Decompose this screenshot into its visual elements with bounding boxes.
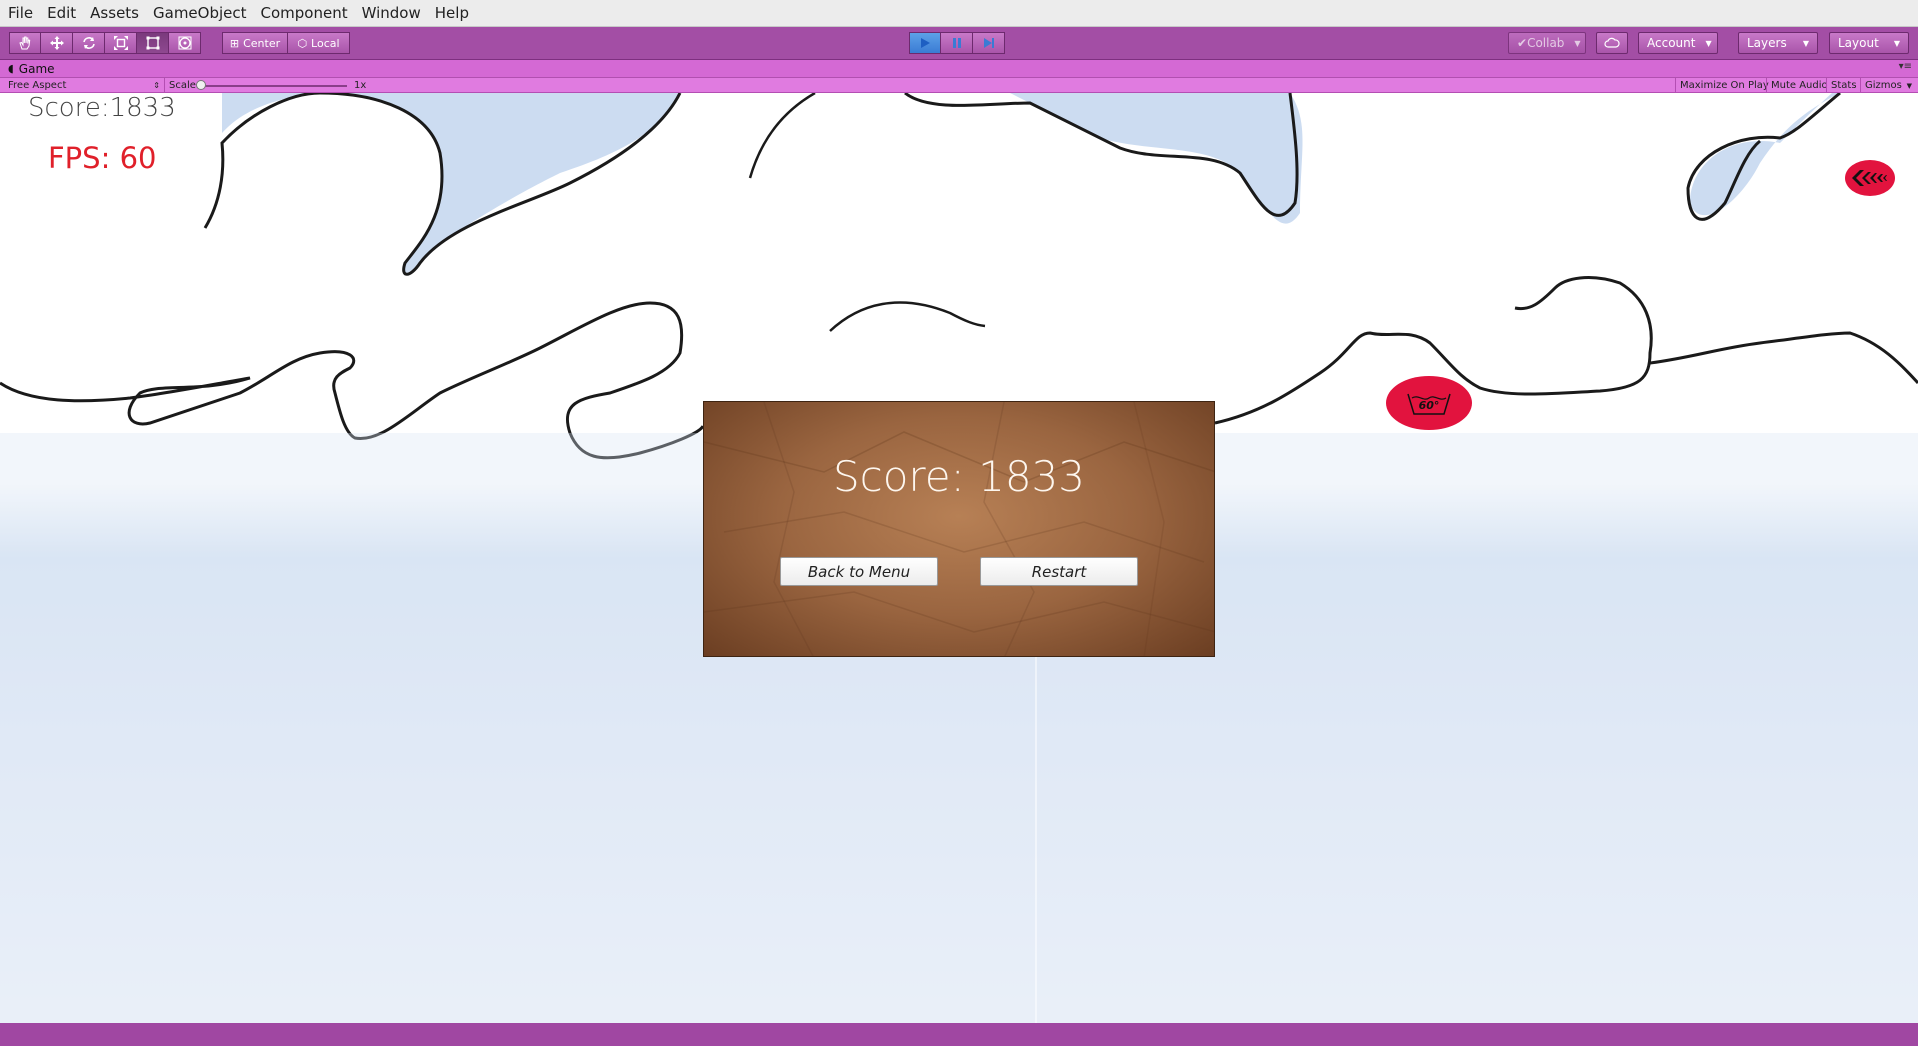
game-tab-title: Game: [18, 61, 55, 76]
mute-audio-toggle[interactable]: Mute Audio: [1766, 78, 1832, 93]
menu-gameobject[interactable]: GameObject: [151, 4, 256, 22]
cloud-outline: [748, 93, 816, 179]
collab-label: Collab: [1527, 36, 1565, 50]
wash-temp-label: 60°: [1418, 398, 1440, 412]
layers-group: Layers ▼: [1738, 32, 1818, 54]
sky-blob: [320, 93, 680, 274]
stats-toggle[interactable]: Stats: [1826, 78, 1861, 93]
menu-bar: File Edit Assets GameObject Component Wi…: [0, 0, 1918, 27]
restart-button[interactable]: Restart: [980, 557, 1138, 586]
cloud-group: [1596, 32, 1628, 54]
updown-arrows-icon: ⇕: [153, 81, 160, 90]
scale-tool-button[interactable]: [105, 32, 137, 54]
pivot-center-label: Center: [243, 36, 281, 50]
move-tool-button[interactable]: [41, 32, 73, 54]
hand-icon: [19, 36, 31, 50]
menu-assets[interactable]: Assets: [88, 4, 148, 22]
sky-blob: [1010, 93, 1303, 224]
transform-tool-button[interactable]: [169, 32, 201, 54]
cloud-icon: [1604, 37, 1620, 48]
layout-dropdown[interactable]: Layout ▼: [1829, 32, 1909, 54]
chevron-down-icon: ▼: [1906, 81, 1912, 90]
ground-outline: [829, 301, 986, 332]
maximize-on-play-toggle[interactable]: Maximize On Play: [1675, 78, 1773, 93]
chevron-down-icon: ▼: [1705, 38, 1712, 48]
cloud-button[interactable]: [1596, 32, 1628, 54]
game-window-tab[interactable]: ◖ Game ▾≡: [0, 60, 1918, 78]
move-icon: [49, 36, 64, 50]
hand-tool-button[interactable]: [9, 32, 41, 54]
play-icon: [921, 38, 930, 48]
gizmos-dropdown[interactable]: Gizmos ▼: [1860, 78, 1916, 93]
chevron-down-icon: ▼: [1574, 38, 1581, 48]
rotate-icon: [82, 37, 95, 49]
scale-slider-track[interactable]: [202, 85, 347, 87]
account-label: Account: [1647, 36, 1696, 50]
chevron-down-icon: ▼: [1893, 38, 1900, 48]
status-bar: [0, 1023, 1918, 1046]
aspect-label: Free Aspect: [8, 80, 67, 91]
cube-icon: ⬡: [297, 36, 308, 50]
layers-dropdown[interactable]: Layers ▼: [1738, 32, 1818, 54]
account-group: Account ▼: [1638, 32, 1718, 54]
paper-texture: [704, 402, 1214, 656]
rect-tool-button[interactable]: [137, 32, 169, 54]
rect-transform-icon: [146, 36, 159, 50]
check-icon: ✔: [1517, 36, 1528, 50]
main-toolbar: ⊞ Center ⬡ Local ✔ Collab ▼ Account ▼ La…: [0, 27, 1918, 60]
menu-help[interactable]: Help: [433, 4, 478, 22]
step-button[interactable]: [973, 32, 1005, 54]
pivot-local-label: Local: [311, 36, 340, 50]
final-score: Score: 1833: [832, 452, 1086, 501]
aspect-dropdown[interactable]: Free Aspect ⇕: [4, 78, 164, 93]
transform-tools: [9, 32, 201, 54]
pacman-icon: ◖: [8, 62, 14, 75]
collab-dropdown[interactable]: ✔ Collab ▼: [1508, 32, 1586, 54]
rotate-tool-button[interactable]: [73, 32, 105, 54]
tab-menu-icon[interactable]: ▾≡: [1899, 61, 1912, 72]
game-view-control-bar: Free Aspect ⇕ Scale 1x Maximize On Play …: [0, 78, 1918, 93]
layers-label: Layers: [1747, 36, 1787, 50]
menu-file[interactable]: File: [6, 4, 42, 22]
play-button[interactable]: [909, 32, 941, 54]
sky-blob: [222, 93, 320, 133]
pause-icon: [952, 38, 961, 48]
transform-icon: [178, 36, 191, 50]
account-dropdown[interactable]: Account ▼: [1638, 32, 1718, 54]
scale-label: Scale: [164, 78, 200, 93]
menu-component[interactable]: Component: [259, 4, 357, 22]
pivot-controls: ⊞ Center ⬡ Local: [222, 32, 350, 54]
chevrons-left-icon: [1852, 170, 1887, 186]
menu-window[interactable]: Window: [360, 4, 430, 22]
scale-icon: [113, 36, 128, 50]
pivot-local-button[interactable]: ⬡ Local: [288, 32, 350, 54]
play-controls: [909, 32, 1005, 54]
enemy-chevron-badge: [1845, 160, 1895, 196]
layout-label: Layout: [1838, 36, 1879, 50]
enemy-washtub-badge: 60°: [1386, 376, 1472, 430]
game-over-panel: Score: 1833 Back to Menu Restart: [703, 401, 1215, 657]
gizmos-label: Gizmos: [1865, 80, 1902, 91]
game-viewport[interactable]: Score:1833 FPS: 60 60° Score: 1833 Back …: [0, 93, 1918, 1023]
layout-group: Layout ▼: [1829, 32, 1909, 54]
hud-fps: FPS: 60: [48, 141, 157, 175]
chevron-down-icon: ▼: [1802, 38, 1809, 48]
back-to-menu-button[interactable]: Back to Menu: [780, 557, 938, 586]
collab-group: ✔ Collab ▼: [1508, 32, 1586, 54]
hud-score: Score:1833: [28, 93, 176, 123]
scale-slider-thumb[interactable]: [196, 80, 206, 90]
step-icon: [983, 38, 994, 48]
menu-edit[interactable]: Edit: [45, 4, 85, 22]
scale-value: 1x: [354, 80, 367, 91]
pause-button[interactable]: [941, 32, 973, 54]
pivot-icon: ⊞: [229, 36, 240, 50]
pivot-center-button[interactable]: ⊞ Center: [222, 32, 288, 54]
